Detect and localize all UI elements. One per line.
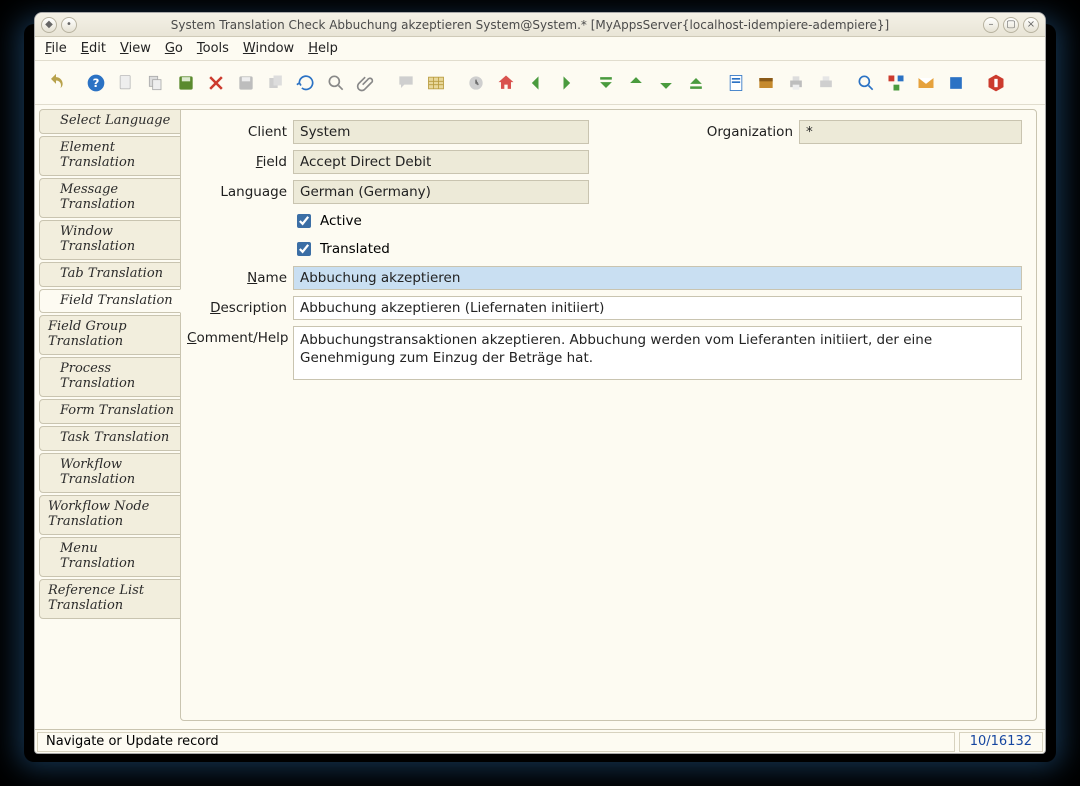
tab-tab-translation[interactable]: Tab Translation — [39, 262, 181, 287]
print-icon[interactable] — [783, 70, 809, 96]
tab-field-translation[interactable]: Field Translation — [39, 289, 181, 314]
field-name[interactable]: Abbuchung akzeptieren — [293, 266, 1022, 290]
label-name: Name — [187, 266, 293, 286]
status-record-count: 10/16132 — [959, 732, 1043, 752]
tab-form-translation[interactable]: Form Translation — [39, 399, 181, 424]
attachment-icon[interactable] — [353, 70, 379, 96]
menubar: File Edit View Go Tools Window Help — [35, 37, 1045, 61]
home-icon[interactable] — [493, 70, 519, 96]
new-icon[interactable] — [113, 70, 139, 96]
label-comment: Comment/Help — [187, 326, 293, 346]
menu-window[interactable]: Window — [243, 41, 294, 56]
label-language: Language — [187, 180, 293, 200]
statusbar: Navigate or Update record 10/16132 — [35, 729, 1045, 753]
menu-help[interactable]: Help — [308, 41, 338, 56]
save2-icon[interactable] — [233, 70, 259, 96]
print2-icon[interactable] — [813, 70, 839, 96]
request-icon[interactable] — [913, 70, 939, 96]
tab-reference-list-translation[interactable]: Reference List Translation — [39, 579, 181, 619]
chat-icon[interactable] — [393, 70, 419, 96]
product-icon[interactable] — [943, 70, 969, 96]
menu-tools[interactable]: Tools — [197, 41, 229, 56]
svg-text:?: ? — [93, 76, 100, 90]
copy-icon[interactable] — [143, 70, 169, 96]
maximize-icon[interactable]: ▢ — [1003, 17, 1019, 33]
close-icon[interactable]: × — [1023, 17, 1039, 33]
label-organization: Organization — [589, 120, 799, 140]
copy-record-icon[interactable] — [263, 70, 289, 96]
archive-icon[interactable] — [753, 70, 779, 96]
checkbox-translated[interactable]: Translated — [293, 238, 390, 260]
field-client[interactable]: System — [293, 120, 589, 144]
tab-workflow-translation[interactable]: Workflow Translation — [39, 453, 181, 493]
delete-icon[interactable] — [203, 70, 229, 96]
menu-edit[interactable]: Edit — [81, 41, 106, 56]
field-description[interactable]: Abbuchung akzeptieren (Liefernaten initi… — [293, 296, 1022, 320]
tab-task-translation[interactable]: Task Translation — [39, 426, 181, 451]
field-comment[interactable]: Abbuchungstransaktionen akzeptieren. Abb… — [293, 326, 1022, 380]
label-description: Description — [187, 296, 293, 316]
window-title: System Translation Check Abbuchung akzep… — [77, 18, 983, 32]
next-icon[interactable] — [553, 70, 579, 96]
up-icon[interactable] — [623, 70, 649, 96]
save-icon[interactable] — [173, 70, 199, 96]
tab-process-translation[interactable]: Process Translation — [39, 357, 181, 397]
search-icon[interactable] — [323, 70, 349, 96]
zoom-icon[interactable] — [853, 70, 879, 96]
tab-workflow-node-translation[interactable]: Workflow Node Translation — [39, 495, 181, 535]
workflow-icon[interactable] — [883, 70, 909, 96]
history-icon[interactable] — [463, 70, 489, 96]
menu-go[interactable]: Go — [165, 41, 183, 56]
first-icon[interactable] — [593, 70, 619, 96]
tab-element-translation[interactable]: Element Translation — [39, 136, 181, 176]
titlebar: ◆ • System Translation Check Abbuchung a… — [35, 13, 1045, 37]
minimize-icon[interactable]: – — [983, 17, 999, 33]
window-sticky-icon[interactable]: • — [61, 17, 77, 33]
form-panel: Client System Organization * Field Accep… — [180, 109, 1037, 721]
report-icon[interactable] — [723, 70, 749, 96]
window-menu-icon[interactable]: ◆ — [41, 17, 57, 33]
exit-icon[interactable] — [983, 70, 1009, 96]
field-field[interactable]: Accept Direct Debit — [293, 150, 589, 174]
label-client: Client — [187, 120, 293, 140]
menu-view[interactable]: View — [120, 41, 151, 56]
last-icon[interactable] — [683, 70, 709, 96]
app-window: ◆ • System Translation Check Abbuchung a… — [34, 12, 1046, 754]
tab-menu-translation[interactable]: Menu Translation — [39, 537, 181, 577]
down-icon[interactable] — [653, 70, 679, 96]
grid-icon[interactable] — [423, 70, 449, 96]
toolbar: ? — [35, 61, 1045, 105]
tab-window-translation[interactable]: Window Translation — [39, 220, 181, 260]
field-language[interactable]: German (Germany) — [293, 180, 589, 204]
field-organization[interactable]: * — [799, 120, 1022, 144]
status-message: Navigate or Update record — [37, 732, 955, 752]
checkbox-active[interactable]: Active — [293, 210, 362, 232]
label-field: Field — [187, 150, 293, 170]
tab-select-language[interactable]: Select Language — [39, 109, 181, 134]
undo-icon[interactable] — [43, 70, 69, 96]
help-icon[interactable]: ? — [83, 70, 109, 96]
sidebar: Select Language Element Translation Mess… — [35, 105, 181, 729]
tab-field-group-translation[interactable]: Field Group Translation — [39, 315, 181, 355]
refresh-icon[interactable] — [293, 70, 319, 96]
prev-icon[interactable] — [523, 70, 549, 96]
menu-file[interactable]: File — [45, 41, 67, 56]
tab-message-translation[interactable]: Message Translation — [39, 178, 181, 218]
